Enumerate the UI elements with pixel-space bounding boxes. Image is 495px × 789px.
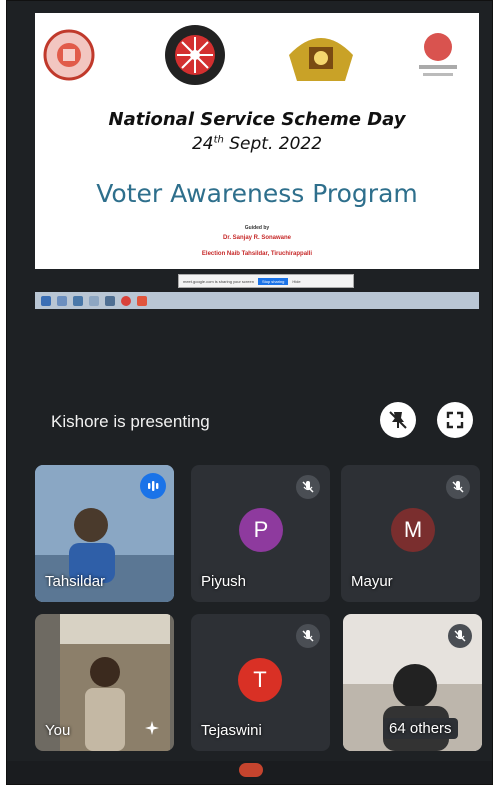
app-icon (89, 295, 99, 306)
program-title: Voter Awareness Program (96, 179, 418, 208)
slide-logos (35, 13, 479, 103)
shared-taskbar (35, 292, 479, 309)
avatar: M (391, 508, 435, 552)
app-icon (105, 295, 115, 306)
visual-effects-icon[interactable] (143, 719, 161, 737)
speaking-indicator (140, 473, 166, 499)
hide-button[interactable]: Hide (292, 279, 300, 284)
share-bar-text: meet.google.com is sharing your screen (183, 278, 254, 284)
end-call-button[interactable] (239, 763, 263, 777)
muted-indicator (296, 624, 320, 648)
participant-name: Mayur (351, 573, 393, 590)
participant-name: Tahsildar (45, 573, 106, 590)
participant-tile[interactable]: Tahsildar (35, 465, 174, 602)
participant-tile[interactable]: M Mayur (341, 465, 480, 602)
speaker-name: Dr. Sanjay R. Sonawane (222, 235, 292, 241)
participant-tile[interactable]: T Tejaswini (191, 614, 330, 751)
participant-name: You (45, 722, 71, 739)
nss-logo-icon (165, 25, 225, 85)
participant-tile[interactable]: You (35, 614, 174, 751)
app-icon (121, 295, 131, 306)
avatar: P (239, 508, 283, 552)
mic-off-icon (454, 630, 466, 642)
start-icon (41, 295, 51, 306)
muted-indicator (296, 475, 320, 499)
screen-share-bar: meet.google.com is sharing your screen S… (178, 274, 354, 288)
participant-tile[interactable]: P Piyush (191, 465, 330, 602)
university-logo-icon (43, 29, 95, 81)
speaker-role: Election Naib Tahsildar, Tiruchirappalli (201, 251, 313, 257)
app-icon (73, 295, 83, 306)
muted-indicator (446, 475, 470, 499)
slide-title: National Service Scheme Day (108, 109, 406, 130)
mic-off-icon (302, 630, 314, 642)
slide-date: 24th Sept. 2022 (191, 134, 323, 154)
app-icon (137, 295, 147, 306)
emblem-logo-icon (289, 38, 353, 81)
unpin-icon (389, 411, 407, 429)
avatar: T (238, 658, 282, 702)
meet-window: National Service Scheme Day 24th Sept. 2… (6, 0, 493, 785)
presenting-label: Kishore is presenting (51, 412, 210, 431)
mic-off-icon (452, 481, 464, 493)
fullscreen-button[interactable] (437, 402, 473, 438)
participant-name: Piyush (201, 573, 247, 590)
muted-indicator (448, 624, 472, 648)
audio-level-icon (148, 481, 159, 491)
unpin-button[interactable] (380, 402, 416, 438)
guided-by-text: Guided by (244, 225, 270, 231)
stop-sharing-button[interactable]: Stop sharing (257, 277, 289, 285)
voter-logo-icon (419, 33, 457, 76)
bottom-toolbar (7, 761, 492, 784)
fullscreen-icon (446, 411, 464, 429)
participant-tile[interactable]: 64 others (343, 614, 482, 751)
presented-slide: National Service Scheme Day 24th Sept. 2… (35, 13, 479, 269)
others-count: 64 others (383, 718, 458, 739)
participant-name: Tejaswini (201, 722, 262, 739)
app-icon (57, 295, 67, 306)
mic-off-icon (302, 481, 314, 493)
